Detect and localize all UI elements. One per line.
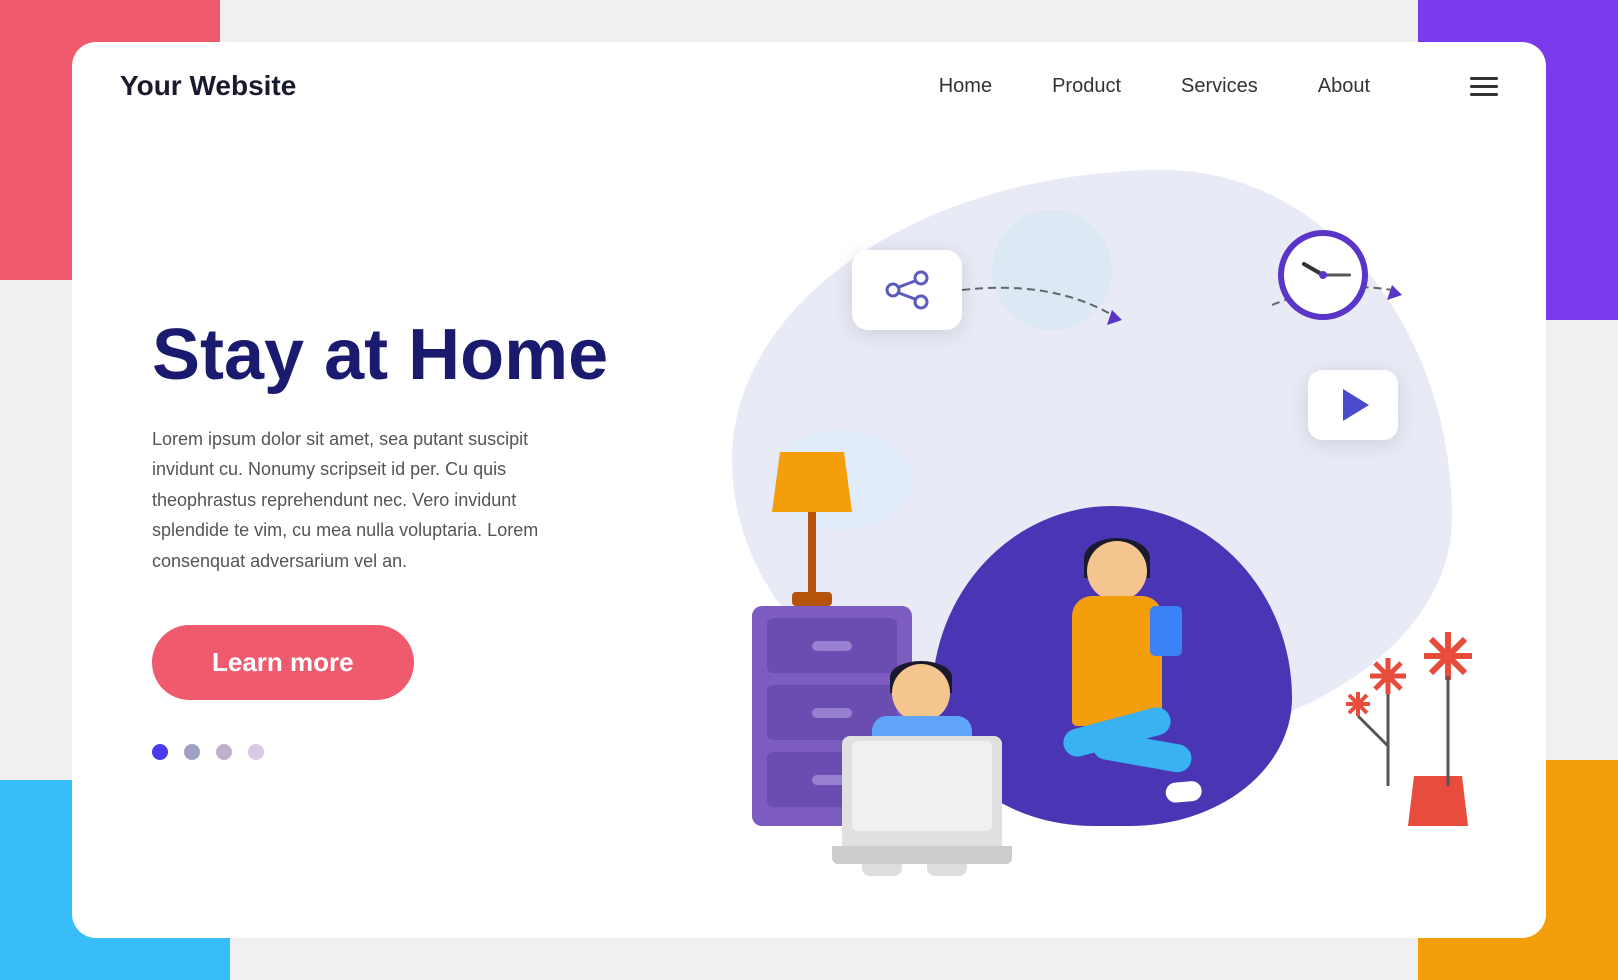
woman-body xyxy=(1072,596,1162,726)
man-body xyxy=(872,716,972,826)
laptop-screen xyxy=(852,741,992,831)
laptop xyxy=(842,736,1002,846)
share-card xyxy=(852,250,962,330)
hero-illustration xyxy=(672,150,1498,886)
hamburger-line-3 xyxy=(1470,93,1498,96)
dot-3[interactable] xyxy=(216,744,232,760)
man-character xyxy=(872,716,972,826)
play-card[interactable] xyxy=(1308,370,1398,440)
laptop-base xyxy=(832,846,1012,864)
main-card: Your Website Home Product Services About… xyxy=(72,42,1546,938)
play-icon xyxy=(1343,389,1369,421)
lamp-base xyxy=(792,592,832,606)
woman-head xyxy=(1087,541,1147,601)
flowers-decoration xyxy=(1408,776,1468,826)
drawer-handle-2 xyxy=(812,708,852,718)
clock-center xyxy=(1319,271,1327,279)
hero-section: Stay at Home Lorem ipsum dolor sit amet,… xyxy=(72,130,1546,926)
lamp-neck xyxy=(808,512,816,592)
lamp-shade xyxy=(772,452,852,512)
clock-face xyxy=(1278,230,1368,320)
header: Your Website Home Product Services About xyxy=(72,42,1546,130)
man-head xyxy=(892,664,950,722)
flowers-svg xyxy=(1338,606,1498,786)
nav-services[interactable]: Services xyxy=(1181,75,1258,98)
site-logo: Your Website xyxy=(120,70,939,102)
share-icon xyxy=(883,270,931,310)
hamburger-line-1 xyxy=(1470,77,1498,80)
nav-product[interactable]: Product xyxy=(1052,75,1121,98)
dot-4[interactable] xyxy=(248,744,264,760)
hero-left: Stay at Home Lorem ipsum dolor sit amet,… xyxy=(152,150,672,886)
learn-more-button[interactable]: Learn more xyxy=(152,625,414,700)
hamburger-line-2 xyxy=(1470,85,1498,88)
clock xyxy=(1278,230,1368,320)
dot-1[interactable] xyxy=(152,744,168,760)
woman-phone xyxy=(1150,606,1182,656)
nav-home[interactable]: Home xyxy=(939,75,992,98)
drawer-handle-1 xyxy=(812,641,852,651)
hamburger-menu[interactable] xyxy=(1470,77,1498,96)
hero-description: Lorem ipsum dolor sit amet, sea putant s… xyxy=(152,424,572,577)
pagination-dots xyxy=(152,744,672,760)
blob-small xyxy=(992,210,1112,330)
nav-about[interactable]: About xyxy=(1318,75,1370,98)
lamp xyxy=(772,452,852,606)
main-nav: Home Product Services About xyxy=(939,75,1498,98)
dot-2[interactable] xyxy=(184,744,200,760)
clock-minute-hand xyxy=(1323,274,1351,277)
hero-title: Stay at Home xyxy=(152,316,672,395)
drawer-1 xyxy=(767,618,897,673)
woman-character xyxy=(1072,596,1162,726)
